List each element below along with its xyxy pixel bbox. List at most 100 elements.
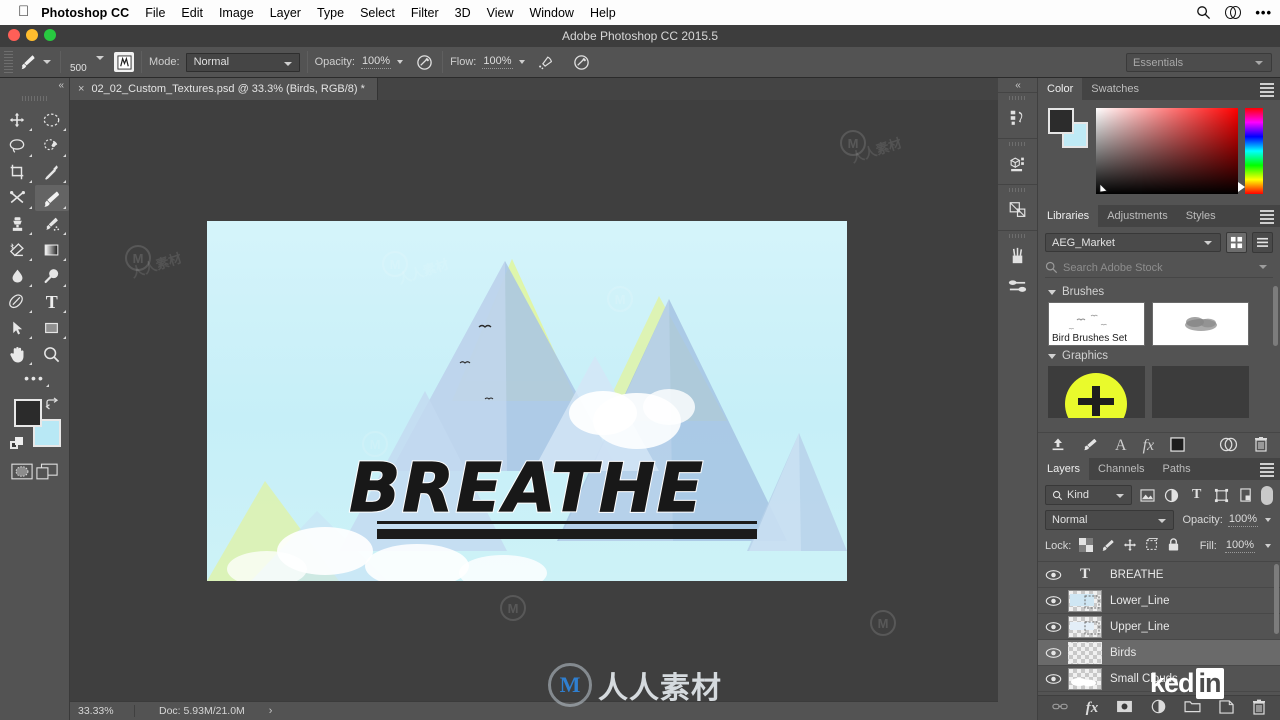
tab-paths[interactable]: Paths bbox=[1153, 458, 1200, 480]
menu-filter[interactable]: Filter bbox=[411, 6, 439, 20]
history-brush-tool[interactable] bbox=[35, 211, 70, 237]
layer-blend-mode-select[interactable]: Normal bbox=[1045, 510, 1174, 530]
rail-grip-4[interactable] bbox=[1008, 234, 1027, 238]
library-item-cloud-brush[interactable] bbox=[1152, 302, 1249, 346]
mac-app-name[interactable]: Photoshop CC bbox=[41, 6, 129, 20]
swap-colors-icon[interactable] bbox=[45, 397, 59, 413]
library-item-transparent-graphic[interactable] bbox=[1152, 366, 1249, 418]
lock-image-pixels-icon[interactable] bbox=[1101, 538, 1115, 555]
3d-panel-icon[interactable] bbox=[998, 149, 1037, 179]
tab-color[interactable]: Color bbox=[1038, 78, 1083, 100]
history-panel-icon[interactable] bbox=[998, 103, 1037, 133]
creative-cloud-icon[interactable] bbox=[1219, 437, 1238, 455]
elliptical-marquee-tool[interactable] bbox=[35, 107, 70, 133]
layer-thumbnail[interactable] bbox=[1068, 667, 1102, 690]
library-section-graphics[interactable]: Graphics bbox=[1038, 346, 1280, 366]
layer-visibility-icon[interactable] bbox=[1038, 621, 1068, 633]
upload-icon[interactable] bbox=[1050, 437, 1066, 455]
list-view-icon[interactable] bbox=[1252, 232, 1273, 253]
opacity-value[interactable]: 100% bbox=[360, 55, 392, 69]
creative-cloud-icon[interactable] bbox=[1225, 5, 1242, 20]
zoom-level[interactable]: 33.33% bbox=[70, 705, 130, 717]
shape-filter-icon[interactable] bbox=[1212, 485, 1232, 505]
rail-grip-2[interactable] bbox=[1008, 142, 1027, 146]
quick-mask-icon[interactable] bbox=[11, 463, 33, 483]
tab-styles[interactable]: Styles bbox=[1176, 205, 1225, 227]
rail-grip-3[interactable] bbox=[1008, 188, 1027, 192]
search-icon[interactable] bbox=[1196, 5, 1211, 20]
minimize-button[interactable] bbox=[26, 29, 38, 41]
layer-kind-filter[interactable]: Kind bbox=[1045, 485, 1133, 505]
smoothing-pressure-icon[interactable] bbox=[571, 51, 593, 73]
layer-thumbnail[interactable] bbox=[1068, 589, 1102, 612]
path-selection-tool[interactable] bbox=[0, 315, 35, 341]
apple-logo-icon[interactable]:  bbox=[8, 4, 41, 21]
menu-image[interactable]: Image bbox=[219, 6, 254, 20]
layer-thumbnail[interactable] bbox=[1068, 641, 1102, 664]
lock-position-icon[interactable] bbox=[1123, 538, 1137, 555]
layer-visibility-icon[interactable] bbox=[1038, 569, 1068, 581]
lock-transparent-pixels-icon[interactable] bbox=[1079, 537, 1094, 555]
layers-panel-menu-icon[interactable] bbox=[1260, 463, 1274, 479]
menu-layer[interactable]: Layer bbox=[270, 6, 301, 20]
menu-type[interactable]: Type bbox=[317, 6, 344, 20]
menu-3d[interactable]: 3D bbox=[455, 6, 471, 20]
edit-toolbar-button[interactable]: ••• bbox=[0, 367, 69, 389]
clone-stamp-tool[interactable] bbox=[0, 211, 35, 237]
color-picker-handle[interactable] bbox=[1099, 181, 1109, 193]
lasso-tool[interactable] bbox=[0, 133, 35, 159]
chevron-down-icon[interactable] bbox=[1048, 289, 1056, 295]
library-item-yellow-graphic[interactable] bbox=[1048, 366, 1145, 418]
brush-size-control[interactable]: 500 bbox=[68, 50, 114, 74]
eraser-tool[interactable] bbox=[0, 237, 35, 263]
status-expand-icon[interactable]: › bbox=[269, 705, 273, 717]
layers-scrollbar[interactable] bbox=[1274, 564, 1279, 634]
libraries-panel-menu-icon[interactable] bbox=[1260, 210, 1274, 226]
document-tab[interactable]: × 02_02_Custom_Textures.psd @ 33.3% (Bir… bbox=[70, 78, 378, 100]
tab-channels[interactable]: Channels bbox=[1089, 458, 1154, 480]
brush-panel-toggle[interactable] bbox=[114, 52, 134, 72]
window-controls[interactable] bbox=[8, 29, 56, 41]
delete-icon[interactable] bbox=[1254, 436, 1268, 455]
hand-tool[interactable] bbox=[0, 341, 35, 367]
gradient-tool[interactable] bbox=[35, 237, 70, 263]
pen-tool[interactable] bbox=[0, 289, 35, 315]
library-select[interactable]: AEG_Market bbox=[1045, 233, 1221, 252]
dodge-tool[interactable] bbox=[35, 263, 70, 289]
library-item-bird-brushes[interactable]: Bird Brushes Set bbox=[1048, 302, 1145, 346]
library-search-row[interactable]: Search Adobe Stock bbox=[1045, 258, 1273, 278]
layer-opacity-value[interactable]: 100% bbox=[1227, 513, 1258, 527]
lock-all-icon[interactable] bbox=[1167, 537, 1180, 555]
layer-visibility-icon[interactable] bbox=[1038, 595, 1068, 607]
document-canvas[interactable]: BREATHE BREATHE M M M 人人素材 bbox=[207, 221, 847, 581]
new-layer-icon[interactable] bbox=[1219, 699, 1234, 717]
fill-value[interactable]: 100% bbox=[1224, 539, 1255, 553]
blend-mode-select[interactable]: Normal bbox=[185, 52, 300, 72]
table-row[interactable]: Upper_Line bbox=[1038, 614, 1280, 640]
properties-panel-icon[interactable] bbox=[998, 195, 1037, 225]
color-field[interactable] bbox=[1096, 108, 1238, 194]
grid-view-icon[interactable] bbox=[1226, 232, 1247, 253]
foreground-color-swatch[interactable] bbox=[14, 399, 42, 427]
layer-visibility-icon[interactable] bbox=[1038, 673, 1068, 685]
smart-object-filter-icon[interactable] bbox=[1236, 485, 1256, 505]
hue-strip-handle[interactable] bbox=[1238, 182, 1245, 192]
menu-select[interactable]: Select bbox=[360, 6, 395, 20]
layer-visibility-icon[interactable] bbox=[1038, 647, 1068, 659]
flow-value[interactable]: 100% bbox=[482, 55, 513, 69]
tab-adjustments[interactable]: Adjustments bbox=[1098, 205, 1177, 227]
add-graphic-icon[interactable] bbox=[1082, 437, 1099, 455]
filter-toggle[interactable] bbox=[1261, 485, 1273, 505]
pixel-filter-icon[interactable] bbox=[1137, 485, 1157, 505]
delete-layer-icon[interactable] bbox=[1252, 699, 1266, 718]
adjustment-filter-icon[interactable] bbox=[1162, 485, 1182, 505]
airbrush-icon[interactable] bbox=[535, 51, 557, 73]
color-foreground-swatch[interactable] bbox=[1048, 108, 1074, 134]
rail-collapse-icon[interactable]: « bbox=[998, 78, 1037, 92]
blur-tool[interactable] bbox=[0, 263, 35, 289]
menu-file[interactable]: File bbox=[145, 6, 165, 20]
hue-strip[interactable] bbox=[1238, 108, 1263, 194]
tab-libraries[interactable]: Libraries bbox=[1038, 205, 1099, 227]
brushes-panel-icon[interactable] bbox=[998, 241, 1037, 271]
add-text-icon[interactable]: A bbox=[1115, 437, 1127, 455]
